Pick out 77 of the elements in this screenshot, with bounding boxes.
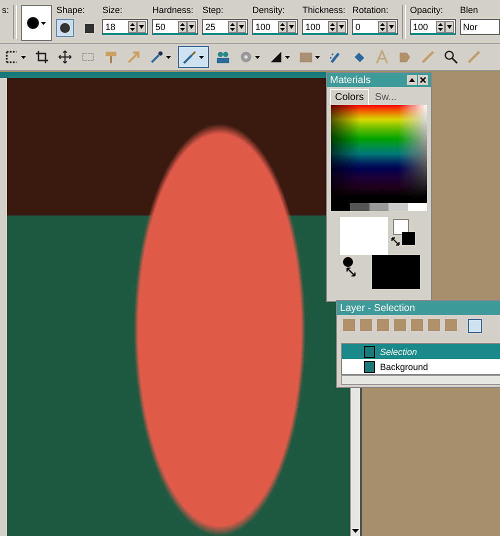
brush-preset-button[interactable] [20,5,52,41]
pen-icon [421,50,435,64]
shape-option-button[interactable] [56,19,74,37]
tool-button[interactable] [3,48,28,66]
tool-button[interactable] [56,48,74,66]
option-label: s: [1,5,10,16]
option-label: Thickness: [302,5,346,16]
panel-title: Materials [330,74,371,86]
dropper-icon [150,50,164,64]
number-spinner[interactable]: 100 [302,19,348,35]
triangle-icon [269,50,283,64]
caret-icon[interactable] [255,56,260,58]
layer-row[interactable]: Background [342,359,500,374]
spin-arrows-icon[interactable] [128,20,146,32]
caret-icon[interactable] [285,56,290,58]
bracket-icon [5,50,19,64]
caret-icon[interactable] [315,56,320,58]
move-icon [58,50,72,64]
spin-arrows-icon[interactable] [436,20,454,32]
arrow-icon [127,50,141,64]
option-label: Hardness: [152,5,194,16]
opacity-label: Opacity: [410,5,444,16]
panel-title: Layer - Selection [340,302,416,314]
tool-button[interactable] [33,48,51,66]
blend-mode-dropdown[interactable]: Nor [460,19,500,35]
option-label: Density: [252,5,286,16]
dashed-rectangle-icon [81,50,95,64]
shade-swatches[interactable] [331,203,427,211]
pen-icon [467,50,481,64]
people-icon [216,50,230,64]
caret-icon[interactable] [21,56,26,58]
paintbrush-icon [183,50,197,64]
crop-icon [35,50,49,64]
tool-button[interactable] [442,48,460,66]
option-label: Step: [202,5,224,16]
number-spinner[interactable]: 50 [152,19,198,35]
down-arrow-icon[interactable] [352,529,359,533]
close-button[interactable] [418,75,428,85]
paint-roller-icon [104,50,118,64]
spin-arrows-icon[interactable] [278,20,296,32]
circle-icon[interactable] [343,257,353,267]
color-swatch[interactable] [402,232,415,245]
collapse-button[interactable] [407,75,417,85]
shape-label: Shape: [56,5,86,16]
vertical-scrollbar[interactable] [350,386,360,536]
number-spinner[interactable]: 25 [202,19,248,35]
horizontal-scrollbar[interactable] [341,375,500,385]
disc-icon [239,50,253,64]
spin-arrows-icon[interactable] [378,20,396,32]
blend-label: Blen [460,5,480,16]
panel-tab[interactable]: Colors [330,89,369,105]
caret-icon [41,22,46,24]
panel-tab[interactable]: Sw... [370,90,401,105]
letter-icon [375,50,389,64]
number-spinner[interactable]: 18 [102,19,148,35]
layer-row[interactable]: Selection [342,344,500,359]
color-swatch[interactable] [393,219,409,235]
option-label: Size: [102,5,124,16]
rectangle-icon [299,50,313,64]
edit-selection-icon[interactable] [468,319,482,333]
diamond-icon [352,50,366,64]
swap-icon[interactable] [391,237,400,246]
caret-icon[interactable] [199,56,204,58]
color-swatch[interactable] [372,255,420,289]
search-icon [444,50,458,64]
shape-icon [398,50,412,64]
spin-arrows-icon[interactable] [228,20,246,32]
color-swatch[interactable] [340,217,388,255]
option-label: Rotation: [352,5,390,16]
swap-icon[interactable] [346,267,356,277]
number-spinner[interactable]: 0 [352,19,398,35]
color-spectrum[interactable] [331,105,427,203]
caret-icon[interactable] [166,56,171,58]
opacity-spinner[interactable]: 100 [410,19,456,35]
number-spinner[interactable]: 100 [252,19,298,35]
spin-arrows-icon[interactable] [178,20,196,32]
spin-arrows-icon[interactable] [328,20,346,32]
